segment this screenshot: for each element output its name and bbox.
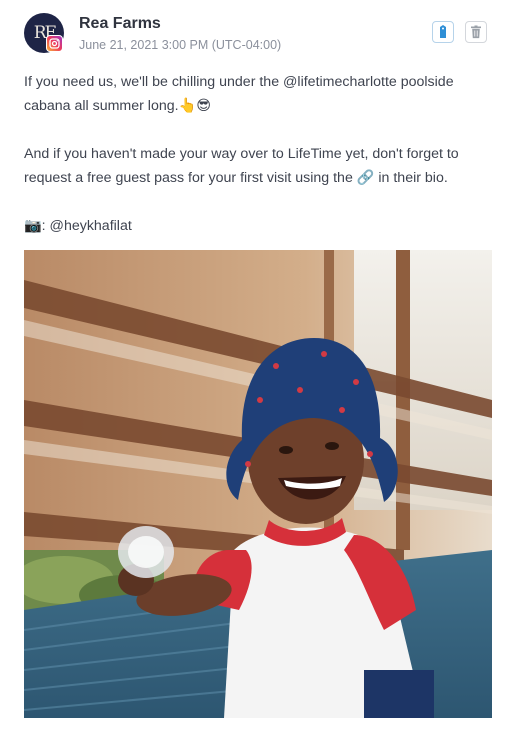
instagram-icon — [46, 35, 63, 52]
post-date: June 21, 2021 3:00 PM (UTC-04:00) — [79, 38, 282, 52]
photo-illustration — [24, 250, 492, 718]
caption-paragraph: If you need us, we'll be chilling under … — [24, 74, 458, 114]
tag-button[interactable] — [432, 21, 454, 43]
caption-credit: 📷: @heykhafilat — [24, 218, 132, 234]
author-name[interactable]: Rea Farms — [79, 15, 161, 33]
post-header: RF Rea Farms June 21, 2021 3:00 PM (UTC-… — [24, 13, 490, 55]
post-photo[interactable] — [24, 250, 492, 718]
tag-icon — [440, 25, 446, 38]
trash-icon — [471, 25, 481, 39]
delete-button[interactable] — [465, 21, 487, 43]
caption-paragraph: And if you haven't made your way over to… — [24, 146, 463, 186]
post-caption: If you need us, we'll be chilling under … — [24, 70, 498, 238]
